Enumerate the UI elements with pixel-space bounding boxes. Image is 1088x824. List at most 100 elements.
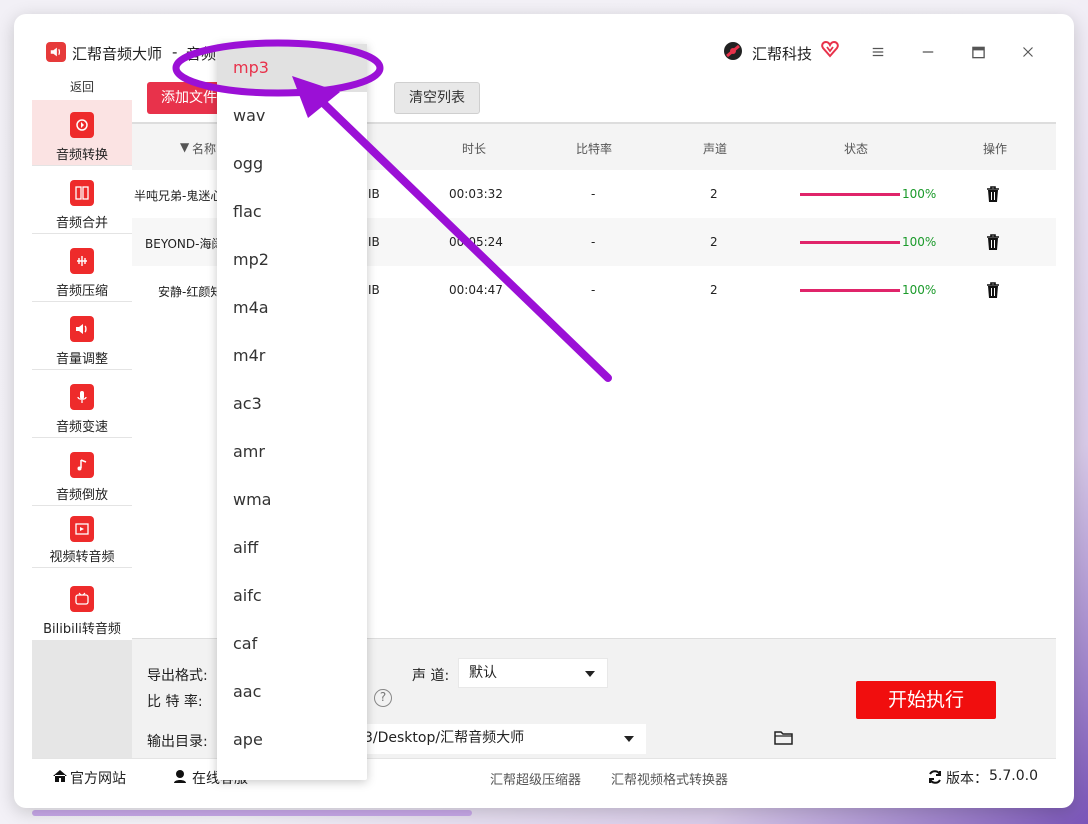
status-percent: 100% — [902, 235, 937, 249]
status-percent: 100% — [902, 187, 937, 201]
sort-arrow-icon[interactable]: ▼ — [180, 140, 189, 154]
home-icon — [53, 770, 67, 782]
format-option-caf[interactable]: caf — [217, 620, 367, 668]
brand-name: 汇帮科技 — [752, 45, 813, 63]
trash-icon[interactable] — [985, 185, 1001, 203]
sidebar-item-reverse[interactable]: 音频倒放 — [32, 440, 132, 506]
chevron-down-icon — [624, 736, 634, 742]
channel-value: 默认 — [469, 665, 497, 681]
help-icon[interactable]: ? — [374, 689, 392, 707]
sidebar-item-label: 音频合并 — [55, 216, 108, 231]
format-option-mp3[interactable]: mp3 — [217, 44, 367, 92]
format-option-ogg[interactable]: ogg — [217, 140, 367, 188]
format-option-amr[interactable]: amr — [217, 428, 367, 476]
sidebar-item-speed[interactable]: 音频变速 — [32, 372, 132, 438]
sidebar-item-video-to-audio[interactable]: 视频转音频 — [32, 508, 132, 568]
version-number: 5.7.0.0 — [989, 768, 1038, 784]
sidebar-item-bilibili[interactable]: Bilibili转音频 — [32, 574, 132, 640]
music-note-icon — [70, 452, 94, 478]
column-duration: 时长 — [462, 142, 487, 156]
file-name: 半吨兄弟-鬼迷心 — [134, 189, 223, 203]
column-channels: 声道 — [703, 142, 728, 156]
file-size: IB — [368, 235, 380, 249]
file-bitrate: - — [591, 187, 596, 201]
file-channels: 2 — [710, 283, 718, 297]
title-bar: 汇帮音频大师 - 音频 汇帮科技 — [14, 14, 1074, 72]
refresh-icon[interactable] — [927, 769, 943, 785]
folder-icon[interactable] — [774, 730, 794, 746]
trash-icon[interactable] — [985, 233, 1001, 251]
audio-merge-icon — [70, 180, 94, 206]
chevron-down-icon — [585, 671, 595, 677]
column-actions: 操作 — [983, 142, 1008, 156]
start-button[interactable]: 开始执行 — [856, 681, 996, 719]
sidebar-item-audio-merge[interactable]: 音频合并 — [32, 168, 132, 234]
sidebar-item-label: 视频转音频 — [49, 550, 115, 565]
sidebar-item-audio-compress[interactable]: 音频压缩 — [32, 236, 132, 302]
file-bitrate: - — [591, 235, 596, 249]
sidebar-item-label: 音频倒放 — [55, 488, 108, 503]
file-duration: 00:03:32 — [449, 187, 503, 201]
output-path: 3/Desktop/汇帮音频大师 — [364, 730, 525, 746]
version-label: 版本： — [946, 771, 988, 787]
format-option-ape[interactable]: ape — [217, 716, 367, 764]
film-icon — [70, 516, 94, 542]
column-name[interactable]: 名称 — [192, 140, 216, 157]
audio-convert-icon — [70, 112, 94, 138]
bilibili-icon — [70, 586, 94, 612]
customer-service-icon — [174, 770, 186, 783]
file-duration: 00:05:24 — [449, 235, 503, 249]
minimize-icon[interactable] — [918, 42, 938, 62]
format-option-m4r[interactable]: m4r — [217, 332, 367, 380]
back-button[interactable]: 返回 — [32, 74, 132, 100]
channel-select[interactable]: 默认 — [458, 658, 608, 688]
format-option-mp2[interactable]: mp2 — [217, 236, 367, 284]
vip-heart-icon[interactable] — [820, 39, 840, 59]
file-duration: 00:04:47 — [449, 283, 503, 297]
file-bitrate: - — [591, 283, 596, 297]
output-label: 输出目录: — [147, 734, 208, 750]
file-size: IB — [368, 187, 380, 201]
trash-icon[interactable] — [985, 281, 1001, 299]
clear-list-button[interactable]: 清空列表 — [394, 82, 480, 114]
brand-logo-icon — [724, 42, 742, 60]
compressor-link[interactable]: 汇帮超级压缩器 — [490, 769, 581, 788]
format-option-aifc[interactable]: aifc — [217, 572, 367, 620]
window-shadow-accent — [32, 810, 472, 816]
format-option-wma[interactable]: wma — [217, 476, 367, 524]
maximize-icon[interactable] — [968, 42, 988, 62]
format-dropdown-menu: mp3 wav ogg flac mp2 m4a m4r ac3 amr wma… — [217, 44, 367, 780]
sidebar-item-audio-convert[interactable]: 音频转换 — [32, 100, 132, 166]
file-channels: 2 — [710, 187, 718, 201]
sidebar-item-label: Bilibili转音频 — [43, 622, 121, 637]
close-icon[interactable] — [1018, 42, 1038, 62]
status-bar: 官方网站 在线客服 汇帮超级压缩器 汇帮视频格式转换器 版本： 5.7.0.0 — [32, 758, 1056, 792]
website-link[interactable]: 官方网站 — [70, 768, 126, 788]
progress-bar — [800, 193, 900, 196]
video-converter-link[interactable]: 汇帮视频格式转换器 — [611, 769, 728, 788]
file-size: IB — [368, 283, 380, 297]
column-status: 状态 — [844, 142, 869, 156]
sidebar-item-volume[interactable]: 音量调整 — [32, 304, 132, 370]
file-name: BEYOND-海阔 — [145, 237, 224, 251]
output-directory-select[interactable]: 3/Desktop/汇帮音频大师 — [360, 724, 646, 754]
column-bitrate: 比特率 — [576, 142, 613, 156]
volume-icon — [70, 316, 94, 342]
format-option-ac3[interactable]: ac3 — [217, 380, 367, 428]
format-option-aac[interactable]: aac — [217, 668, 367, 716]
bitrate-label: 比 特 率: — [147, 694, 203, 710]
sidebar-item-label: 音频压缩 — [55, 284, 108, 299]
sidebar-item-label: 音量调整 — [55, 352, 108, 367]
format-option-flac[interactable]: flac — [217, 188, 367, 236]
page-title: 音频 — [186, 45, 217, 63]
format-option-wav[interactable]: wav — [217, 92, 367, 140]
format-option-aiff[interactable]: aiff — [217, 524, 367, 572]
menu-icon[interactable] — [868, 42, 888, 62]
app-window: 汇帮音频大师 - 音频 汇帮科技 返回 音频转换 音频合并 音频压缩 音量调整 … — [14, 14, 1074, 808]
sidebar-footer — [32, 640, 132, 758]
format-option-m4a[interactable]: m4a — [217, 284, 367, 332]
app-title: 汇帮音频大师 — [72, 45, 163, 63]
progress-bar — [800, 241, 900, 244]
file-name: 安静-红颜知 — [158, 285, 223, 299]
progress-bar — [800, 289, 900, 292]
